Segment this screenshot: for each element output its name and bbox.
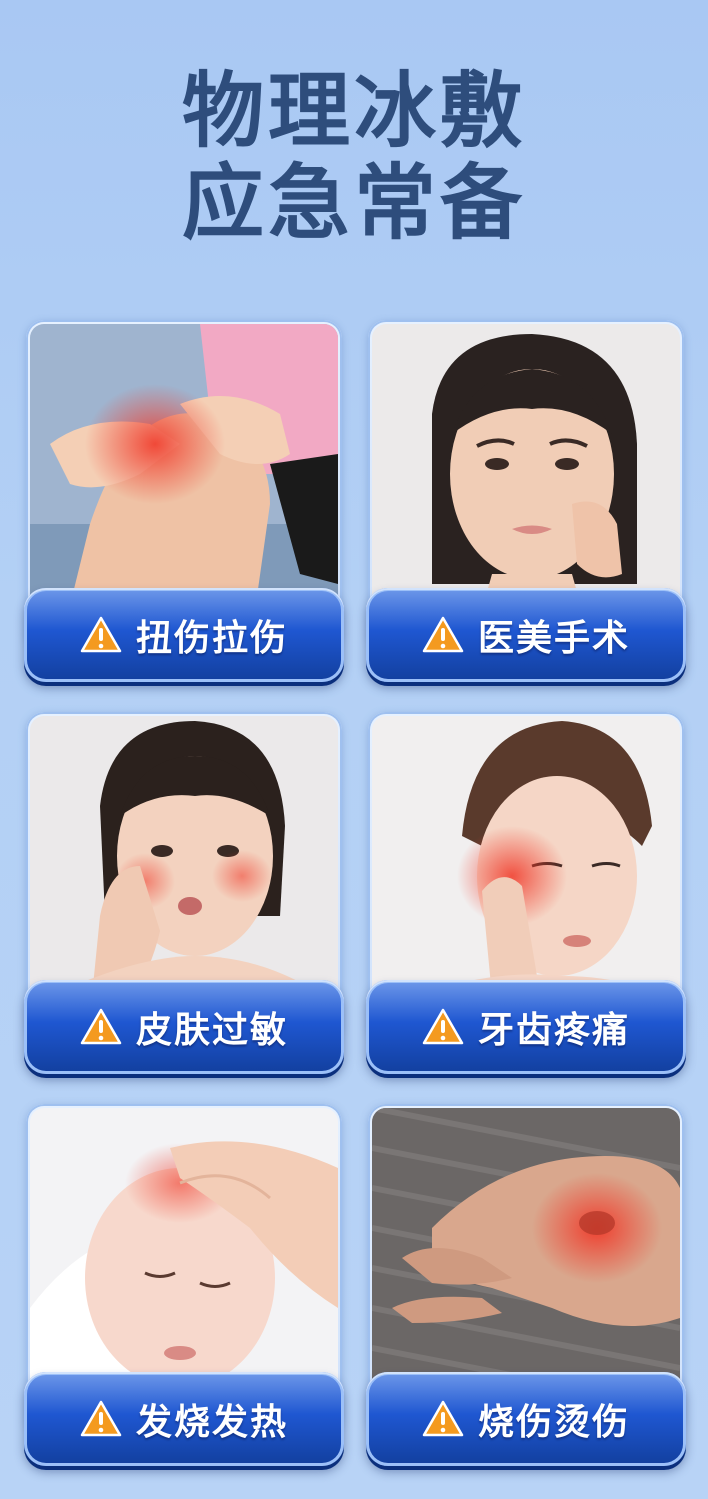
headline-line-2: 应急常备 — [181, 156, 526, 251]
warning-icon — [422, 1400, 464, 1437]
warning-icon — [80, 616, 122, 653]
label-bar: 扭伤拉伤 — [24, 588, 344, 682]
warning-icon — [422, 616, 464, 653]
card-cosmetic-surgery: 医美手术 — [366, 320, 686, 682]
card-fever: 发烧发热 — [24, 1104, 344, 1466]
label-bar: 发烧发热 — [24, 1372, 344, 1466]
headline: 物理冰敷 应急常备 — [0, 66, 708, 250]
card-label: 牙齿疼痛 — [477, 1010, 630, 1051]
label-bar: 牙齿疼痛 — [366, 980, 686, 1074]
card-label: 烧伤烫伤 — [477, 1402, 630, 1443]
headline-line-1: 物理冰敷 — [181, 64, 526, 159]
card-label: 扭伤拉伤 — [135, 618, 288, 659]
label-bar: 医美手术 — [366, 588, 686, 682]
warning-icon — [80, 1008, 122, 1045]
card-burns: 烧伤烫伤 — [366, 1104, 686, 1466]
label-bar: 烧伤烫伤 — [366, 1372, 686, 1466]
card-label: 皮肤过敏 — [135, 1010, 288, 1051]
card-skin-allergy: 皮肤过敏 — [24, 712, 344, 1074]
card-toothache: 牙齿疼痛 — [366, 712, 686, 1074]
card-sprain: 扭伤拉伤 — [24, 320, 344, 682]
warning-icon — [422, 1008, 464, 1045]
warning-icon — [80, 1400, 122, 1437]
card-label: 发烧发热 — [135, 1402, 288, 1443]
card-label: 医美手术 — [477, 618, 630, 659]
label-bar: 皮肤过敏 — [24, 980, 344, 1074]
